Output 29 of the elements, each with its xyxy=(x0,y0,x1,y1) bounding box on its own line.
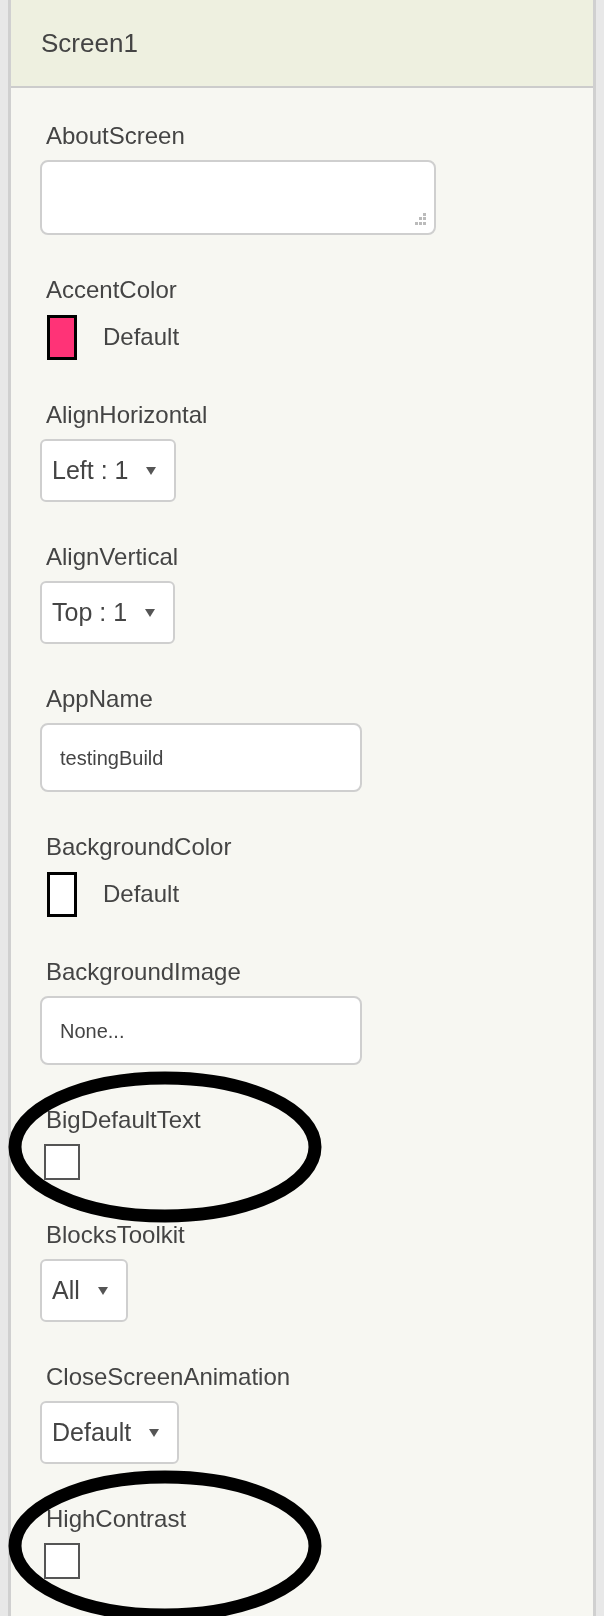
text-field[interactable]: None... xyxy=(40,996,362,1065)
text-field[interactable]: testingBuild xyxy=(40,723,362,792)
dropdown[interactable]: Top : 1 xyxy=(40,581,176,644)
property-label: AlignVertical xyxy=(45,542,179,572)
checkbox[interactable] xyxy=(44,1144,80,1180)
caret-icon xyxy=(145,608,156,617)
checkbox[interactable] xyxy=(44,1543,80,1579)
dropdown[interactable]: All xyxy=(40,1259,128,1322)
color-swatch[interactable] xyxy=(47,871,77,917)
color-value: Default xyxy=(103,879,180,909)
color-value: Default xyxy=(103,322,180,352)
property-label: BackgroundColor xyxy=(45,832,232,862)
caret-icon xyxy=(146,466,157,475)
property-label: BigDefaultText xyxy=(45,1105,201,1135)
property-label: AboutScreen xyxy=(45,121,185,151)
dropdown[interactable]: Left : 1 xyxy=(40,439,177,502)
property-label: AccentColor xyxy=(45,275,177,305)
caret-icon xyxy=(97,1286,108,1295)
resize-grip-icon[interactable] xyxy=(414,213,426,225)
panel-title: Screen1 xyxy=(41,26,138,60)
caret-icon xyxy=(149,1428,160,1437)
property-label: AppName xyxy=(45,684,153,714)
property-label: BackgroundImage xyxy=(45,957,241,987)
property-label: HighContrast xyxy=(45,1504,187,1534)
property-label: AlignHorizontal xyxy=(45,400,208,430)
property-label: CloseScreenAnimation xyxy=(45,1362,291,1392)
property-label: BlocksToolkit xyxy=(45,1220,185,1250)
color-swatch[interactable] xyxy=(47,314,77,360)
dropdown[interactable]: Default xyxy=(40,1401,180,1464)
